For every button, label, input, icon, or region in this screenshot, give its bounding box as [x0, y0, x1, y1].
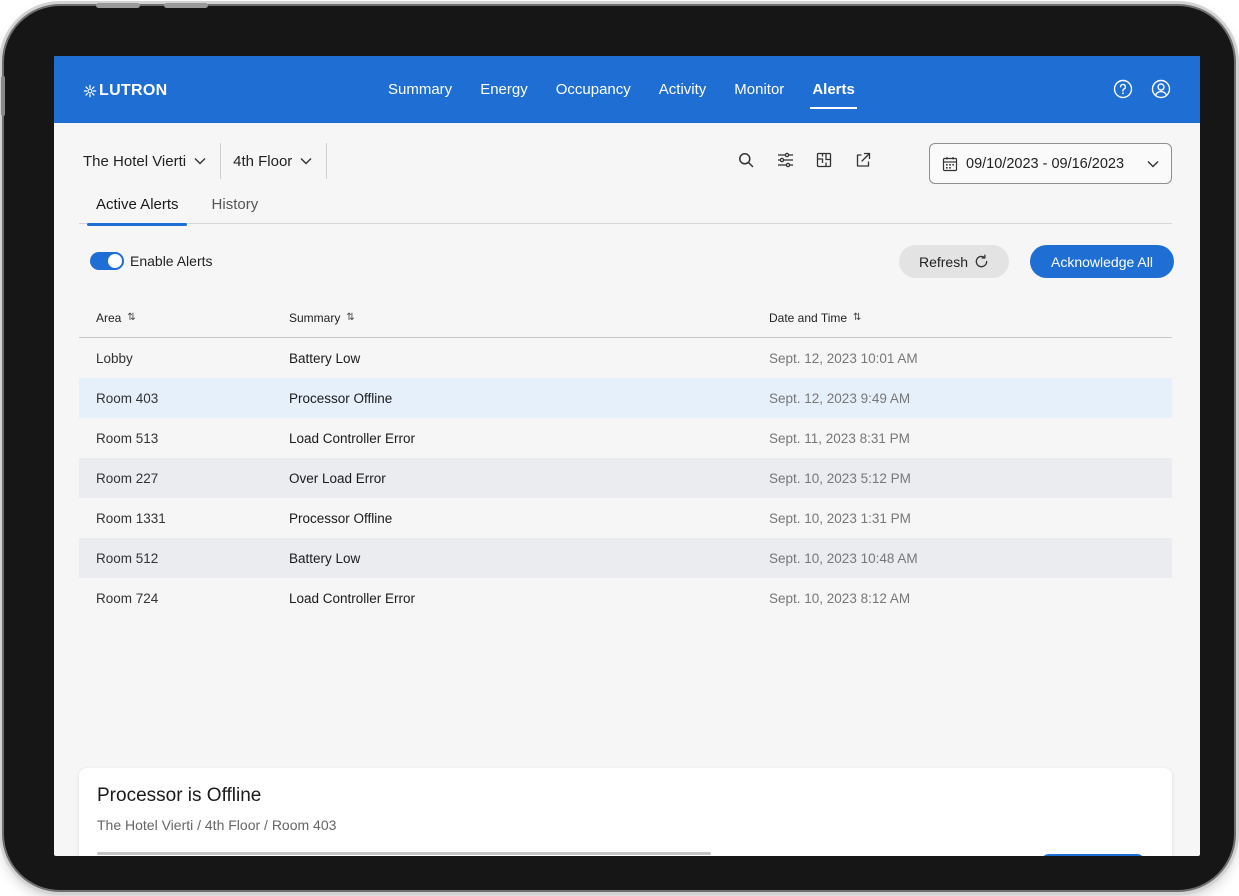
cell-area: Room 403: [96, 390, 159, 406]
table-row[interactable]: Room 513 Load Controller Error Sept. 11,…: [79, 418, 1172, 458]
alert-detail-breadcrumb: The Hotel Vierti / 4th Floor / Room 403: [97, 817, 337, 833]
table-row[interactable]: Room 227 Over Load Error Sept. 10, 2023 …: [79, 458, 1172, 498]
table-body: Lobby Battery Low Sept. 12, 2023 10:01 A…: [79, 338, 1172, 618]
alert-detail-action-button[interactable]: [1041, 854, 1145, 856]
nav-monitor[interactable]: Monitor: [734, 56, 784, 123]
refresh-label: Refresh: [918, 253, 969, 270]
enable-alerts-control: Enable Alerts: [90, 252, 213, 270]
search-icon[interactable]: [737, 151, 755, 169]
refresh-button[interactable]: Refresh: [899, 245, 1009, 278]
cell-summary: Battery Low: [289, 350, 361, 366]
floor-dropdown[interactable]: 4th Floor: [220, 143, 326, 179]
nav-energy[interactable]: Energy: [480, 56, 528, 123]
cell-datetime: Sept. 11, 2023 8:31 PM: [769, 430, 910, 446]
nav-occupancy[interactable]: Occupancy: [556, 56, 631, 123]
column-label: Area: [96, 310, 122, 325]
cell-datetime: Sept. 10, 2023 8:12 AM: [769, 590, 911, 606]
header-icons: [1112, 78, 1172, 100]
help-icon[interactable]: [1112, 78, 1134, 100]
cell-summary: Load Controller Error: [289, 430, 416, 446]
calendar-icon: [942, 156, 958, 171]
refresh-icon: [975, 254, 988, 268]
cell-area: Lobby: [96, 350, 133, 366]
sort-icon: ⇅: [853, 312, 862, 323]
toolbar-icons: [737, 151, 872, 169]
cell-datetime: Sept. 10, 2023 5:12 PM: [769, 470, 911, 486]
nav-summary[interactable]: Summary: [388, 56, 452, 123]
selector-divider: [326, 143, 328, 179]
cell-datetime: Sept. 10, 2023 1:31 PM: [769, 510, 911, 526]
enable-alerts-toggle[interactable]: [90, 252, 124, 270]
column-label: Date and Time: [769, 310, 848, 325]
table-row[interactable]: Room 512 Battery Low Sept. 10, 2023 10:4…: [79, 538, 1172, 578]
app-screen: LUTRON Summary Energy Occupancy Activity…: [54, 56, 1200, 856]
table-row[interactable]: Room 403 Processor Offline Sept. 12, 202…: [79, 378, 1172, 418]
alert-detail-panel: Processor is Offline The Hotel Vierti / …: [79, 768, 1172, 856]
nav-activity[interactable]: Activity: [659, 56, 707, 123]
brand-name: LUTRON: [99, 82, 168, 99]
property-dropdown[interactable]: The Hotel Vierti: [83, 143, 220, 179]
cell-summary: Battery Low: [289, 550, 361, 566]
cell-summary: Processor Offline: [289, 390, 393, 406]
table-row[interactable]: Room 1331 Processor Offline Sept. 10, 20…: [79, 498, 1172, 538]
chevron-down-icon: [1147, 160, 1159, 167]
cell-area: Room 1331: [96, 510, 166, 526]
enable-alerts-label: Enable Alerts: [130, 253, 213, 269]
nav-alerts[interactable]: Alerts: [810, 56, 857, 123]
cell-datetime: Sept. 10, 2023 10:48 AM: [769, 550, 918, 566]
tab-history[interactable]: History: [195, 192, 275, 224]
side-button: [1, 76, 5, 116]
table-row[interactable]: Room 724 Load Controller Error Sept. 10,…: [79, 578, 1172, 618]
tablet-frame: LUTRON Summary Energy Occupancy Activity…: [1, 3, 1234, 890]
floor-label: 4th Floor: [233, 152, 293, 170]
table-header: Area ⇅ Summary ⇅ Date and Time ⇅: [79, 298, 1172, 338]
column-header-date[interactable]: Date and Time ⇅: [769, 311, 861, 325]
sort-icon: ⇅: [127, 312, 136, 323]
cell-summary: Processor Offline: [289, 510, 393, 526]
alert-detail-description-clipped: [97, 850, 737, 856]
chevron-down-icon: [194, 158, 206, 165]
sort-icon: ⇅: [346, 312, 355, 323]
floorplan-icon[interactable]: [815, 151, 833, 169]
alert-detail-title: Processor is Offline: [97, 785, 262, 806]
date-range-picker[interactable]: 09/10/2023 - 09/16/2023: [929, 143, 1172, 184]
acknowledge-all-button[interactable]: Acknowledge All: [1030, 245, 1174, 278]
cell-datetime: Sept. 12, 2023 9:49 AM: [769, 390, 911, 406]
column-header-summary[interactable]: Summary ⇅: [289, 311, 355, 325]
cell-summary: Load Controller Error: [289, 590, 416, 606]
top-navigation-bar: LUTRON Summary Energy Occupancy Activity…: [54, 56, 1200, 123]
date-range-value: 09/10/2023 - 09/16/2023: [966, 155, 1125, 172]
main-nav: Summary Energy Occupancy Activity Monito…: [388, 56, 883, 123]
volume-up-button: [96, 3, 140, 8]
cell-datetime: Sept. 12, 2023 10:01 AM: [769, 350, 918, 366]
table-row[interactable]: Lobby Battery Low Sept. 12, 2023 10:01 A…: [79, 338, 1172, 378]
filter-icon[interactable]: [776, 151, 794, 169]
cell-area: Room 724: [96, 590, 159, 606]
column-header-area[interactable]: Area ⇅: [96, 311, 136, 325]
chevron-down-icon: [300, 158, 312, 165]
share-icon[interactable]: [854, 151, 872, 169]
cell-area: Room 513: [96, 430, 159, 446]
tab-active-alerts[interactable]: Active Alerts: [79, 192, 195, 226]
property-label: The Hotel Vierti: [83, 152, 187, 170]
cell-area: Room 512: [96, 550, 159, 566]
cell-area: Room 227: [96, 470, 159, 486]
alerts-table: Area ⇅ Summary ⇅ Date and Time ⇅ Lobby B…: [79, 298, 1172, 618]
column-label: Summary: [289, 310, 341, 325]
lutron-logo[interactable]: LUTRON: [83, 82, 167, 100]
volume-down-button: [164, 3, 208, 8]
location-selectors: The Hotel Vierti 4th Floor: [83, 143, 328, 179]
alerts-tabs: Active Alerts History: [79, 192, 1172, 226]
account-icon[interactable]: [1150, 78, 1172, 100]
cell-summary: Over Load Error: [289, 470, 386, 486]
logo-sunburst-icon: [83, 84, 97, 98]
